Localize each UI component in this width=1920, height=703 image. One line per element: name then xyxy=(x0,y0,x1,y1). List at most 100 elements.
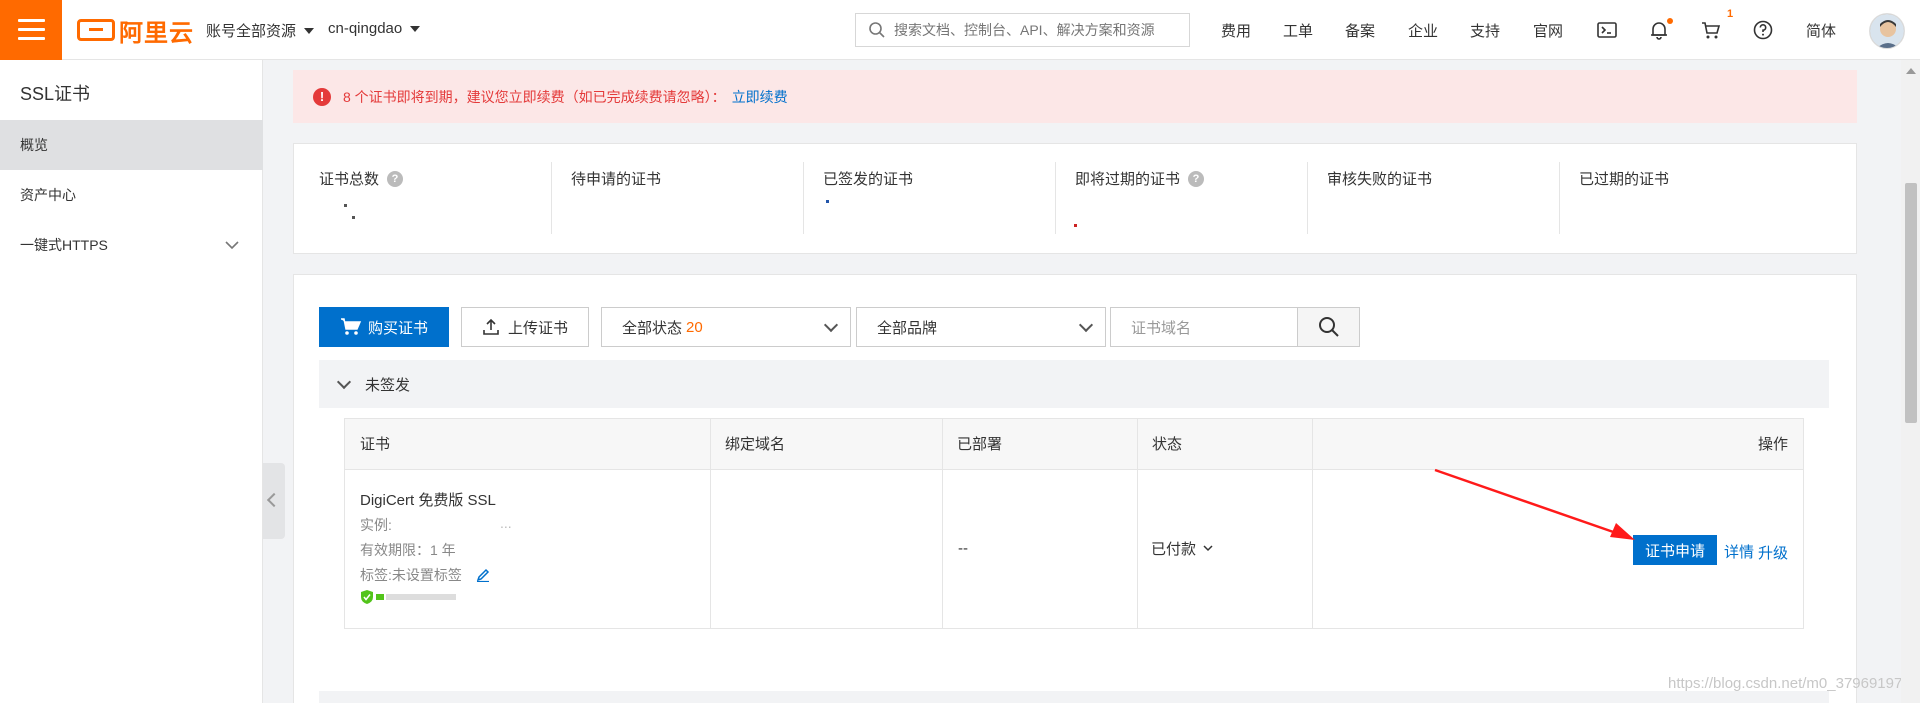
stat-value-redacted xyxy=(352,216,355,219)
hamburger-icon-line xyxy=(18,37,45,40)
sidebar-item-label: 概览 xyxy=(20,137,48,153)
cert-tags: 标签:未设置标签 xyxy=(360,567,462,583)
buy-certificate-button[interactable]: 购买证书 xyxy=(319,307,449,347)
account-resources-label: 账号全部资源 xyxy=(206,23,297,40)
region-dropdown[interactable]: cn-qingdao xyxy=(328,20,421,37)
aliyun-logo[interactable]: 阿里云 xyxy=(77,14,194,47)
nav-fees[interactable]: 费用 xyxy=(1221,20,1251,41)
hamburger-icon-line xyxy=(18,28,45,31)
stat-pending[interactable]: 待申请的证书 xyxy=(546,144,798,253)
upload-certificate-button[interactable]: 上传证书 xyxy=(461,307,589,347)
avatar-icon xyxy=(1870,14,1904,48)
scroll-thumb[interactable] xyxy=(1905,183,1917,423)
deployed-value: -- xyxy=(958,540,968,557)
nav-tickets[interactable]: 工单 xyxy=(1283,20,1313,41)
detail-link[interactable]: 详情 xyxy=(1724,541,1754,562)
help-icon[interactable]: ? xyxy=(387,170,404,187)
menu-button[interactable] xyxy=(0,0,62,60)
help-icon[interactable]: ? xyxy=(1188,170,1205,187)
sidebar-item-assets[interactable]: 资产中心 xyxy=(0,170,263,220)
sidebar-collapse-handle[interactable] xyxy=(263,463,285,539)
upgrade-link[interactable]: 升级 xyxy=(1758,542,1788,563)
stat-label: 待申请的证书 xyxy=(571,171,662,188)
cart-badge: 1 xyxy=(1727,8,1734,20)
domain-search-placeholder: 证书域名 xyxy=(1131,319,1192,337)
status-value: 已付款 xyxy=(1151,541,1197,558)
status-filter-label: 全部状态 xyxy=(622,319,683,337)
status-filter-select[interactable]: 全部状态 20 xyxy=(601,307,851,347)
edit-tag-icon[interactable] xyxy=(476,568,490,582)
nav-icp-filing[interactable]: 备案 xyxy=(1345,20,1375,41)
security-level-bar xyxy=(376,594,384,600)
help-icon[interactable] xyxy=(1752,19,1774,41)
divider xyxy=(942,419,943,628)
column-header-status: 状态 xyxy=(1137,419,1312,470)
chevron-down-icon xyxy=(1203,544,1213,551)
global-search[interactable] xyxy=(855,13,1190,47)
stat-label-wrap: 已过期的证书 xyxy=(1579,168,1669,189)
upload-icon xyxy=(483,318,499,335)
domain-search-button[interactable] xyxy=(1297,307,1360,347)
stat-failed[interactable]: 审核失败的证书 xyxy=(1302,144,1554,253)
chevron-down-icon xyxy=(225,241,239,250)
sidebar-item-one-click-https[interactable]: 一键式HTTPS xyxy=(0,220,263,270)
brand-filter-select[interactable]: 全部品牌 xyxy=(856,307,1106,347)
status-count: 20 xyxy=(686,318,703,336)
cert-validity: 有效期限：1 年 xyxy=(360,542,456,558)
apply-certificate-label: 证书申请 xyxy=(1644,542,1705,560)
sidebar-title: SSL证书 xyxy=(20,84,91,104)
logo-text: 阿里云 xyxy=(119,19,194,47)
chevron-down-icon xyxy=(1078,317,1094,333)
status-dropdown[interactable]: 已付款 xyxy=(1151,538,1214,559)
group-title: 未签发 xyxy=(365,376,411,394)
scroll-up-icon[interactable] xyxy=(1906,68,1916,74)
nav-official-site[interactable]: 官网 xyxy=(1533,20,1563,41)
terminal-icon[interactable] xyxy=(1596,19,1618,41)
stat-label-wrap: 审核失败的证书 xyxy=(1327,168,1432,189)
sidebar-item-overview[interactable]: 概览 xyxy=(0,120,263,170)
stat-total[interactable]: 证书总数 ? xyxy=(294,144,546,253)
top-bar: 阿里云 账号全部资源 cn-qingdao 费用 工单 备案 企业 支持 官网 … xyxy=(0,0,1920,60)
notification-dot xyxy=(1667,18,1673,24)
stat-label-wrap: 即将过期的证书 ? xyxy=(1075,168,1205,189)
certificate-stats: 证书总数 ? 待申请的证书 已签发的证书 即将过期的证书 ? 审核失败的证书 已… xyxy=(293,143,1857,254)
aliyun-logo-icon xyxy=(77,19,115,41)
stat-issued[interactable]: 已签发的证书 xyxy=(798,144,1050,253)
global-search-input[interactable] xyxy=(894,22,1179,38)
stat-value-redacted xyxy=(344,204,347,207)
stat-expiring[interactable]: 即将过期的证书 ? xyxy=(1050,144,1302,253)
renew-link[interactable]: 立即续费 xyxy=(732,87,788,107)
divider xyxy=(1137,419,1138,628)
account-resources-dropdown[interactable]: 账号全部资源 xyxy=(206,20,315,41)
alert-icon: ! xyxy=(313,87,331,106)
hamburger-icon xyxy=(18,19,45,22)
stat-label-wrap: 证书总数 ? xyxy=(319,168,404,189)
sidebar-item-label: 资产中心 xyxy=(20,187,76,203)
user-avatar[interactable] xyxy=(1869,13,1905,49)
stat-label: 审核失败的证书 xyxy=(1327,171,1433,188)
upload-certificate-label: 上传证书 xyxy=(507,319,568,337)
nav-enterprise[interactable]: 企业 xyxy=(1408,20,1438,41)
next-group-header xyxy=(319,691,1829,703)
page-scrollbar[interactable] xyxy=(1901,60,1920,703)
column-header-deployed: 已部署 xyxy=(942,419,1137,470)
group-unissued-header[interactable]: 未签发 xyxy=(319,360,1829,408)
cert-instance-redacted: ... xyxy=(500,515,512,531)
expiry-alert: ! 8 个证书即将到期，建议您立即续费（如已完成续费请忽略）： 立即续费 xyxy=(293,70,1857,123)
column-header-actions: 操作 xyxy=(1312,419,1803,470)
apply-certificate-button[interactable]: 证书申请 xyxy=(1633,535,1717,565)
language-switch[interactable]: 简体 xyxy=(1806,20,1836,41)
stat-expired[interactable]: 已过期的证书 xyxy=(1554,144,1806,253)
search-icon xyxy=(1318,317,1339,337)
sidebar-item-label: 一键式HTTPS xyxy=(20,237,108,253)
stat-label: 已签发的证书 xyxy=(823,171,914,188)
security-level-track xyxy=(386,594,456,600)
cert-name: DigiCert 免费版 SSL xyxy=(360,492,496,509)
domain-search-input[interactable]: 证书域名 xyxy=(1110,307,1298,347)
stat-label-wrap: 已签发的证书 xyxy=(823,168,913,189)
watermark: https://blog.csdn.net/m0_37969197 xyxy=(1668,675,1903,692)
nav-support[interactable]: 支持 xyxy=(1470,20,1500,41)
stat-label: 即将过期的证书 xyxy=(1075,171,1181,188)
chevron-down-icon xyxy=(823,317,839,333)
cart-icon[interactable] xyxy=(1700,19,1722,41)
